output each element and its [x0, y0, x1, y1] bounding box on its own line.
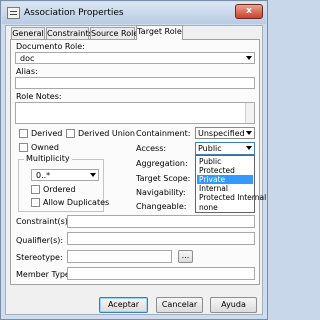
owned-label: Owned [31, 143, 59, 152]
access-option-internal[interactable]: Internal [197, 184, 253, 193]
role-notes-field[interactable] [15, 102, 255, 124]
window-title: Association Properties [24, 8, 124, 18]
role-label: Documento Role: [16, 42, 85, 51]
containment-label: Containment: [136, 129, 191, 138]
stereotype-browse-button[interactable]: ... [178, 250, 193, 263]
member-type-field[interactable] [67, 267, 255, 280]
multiplicity-value: 0..* [36, 171, 51, 180]
allow-duplicates-checkbox[interactable] [31, 198, 40, 207]
stereotype-label: Stereotype: [16, 253, 63, 262]
window-icon [7, 7, 20, 19]
role-field[interactable]: doc [15, 52, 255, 64]
member-type-label: Member Type: [16, 270, 73, 279]
chevron-down-icon [246, 131, 252, 135]
tab-source-role[interactable]: Source Role [90, 27, 138, 39]
derived-checkbox[interactable] [19, 129, 28, 138]
cancel-button[interactable]: Cancelar [156, 297, 203, 313]
access-value: Public [198, 144, 222, 153]
chevron-down-icon [246, 146, 252, 150]
tab-target-role[interactable]: Target Role [136, 25, 183, 40]
multiplicity-label: Multiplicity [24, 154, 72, 164]
changeable-label: Changeable: [136, 202, 187, 211]
help-button[interactable]: Ayuda [210, 297, 257, 313]
access-option-public[interactable]: Public [197, 157, 253, 166]
ok-button[interactable]: Aceptar [99, 297, 148, 313]
allow-duplicates-label: Allow Duplicates [43, 198, 110, 207]
access-dropdown-list[interactable]: Public Protected Private Internal Protec… [195, 155, 266, 213]
tab-constraints[interactable]: Constraints [46, 27, 93, 39]
access-option-protected[interactable]: Protected [197, 166, 253, 175]
tab-general[interactable]: General [11, 27, 45, 39]
access-combo[interactable]: Public [195, 142, 255, 155]
role-notes-label: Role Notes: [16, 92, 62, 101]
ordered-label: Ordered [43, 185, 76, 194]
constraints-field[interactable] [67, 215, 255, 228]
derived-union-checkbox[interactable] [66, 129, 75, 138]
qualifiers-field[interactable] [67, 232, 255, 245]
constraints-label: Constraint(s): [16, 217, 71, 226]
ordered-checkbox[interactable] [31, 185, 40, 194]
access-option-private[interactable]: Private [197, 175, 253, 184]
access-option-protected-internal[interactable]: Protected Internal [197, 193, 266, 202]
aggregation-label: Aggregation: [136, 159, 188, 168]
alias-label: Alias: [16, 67, 38, 76]
owned-checkbox[interactable] [19, 143, 28, 152]
role-value: doc [20, 54, 35, 63]
containment-combo[interactable]: Unspecified [195, 127, 255, 139]
derived-union-label: Derived Union [78, 129, 135, 138]
derived-label: Derived [31, 129, 63, 138]
changeable-value[interactable]: none [197, 203, 253, 212]
alias-field[interactable] [15, 77, 255, 89]
chevron-down-icon [246, 56, 252, 60]
multiplicity-combo[interactable]: 0..* [31, 169, 99, 181]
close-button[interactable]: x [235, 4, 263, 19]
access-label: Access: [136, 144, 167, 153]
title-bar[interactable]: Association Properties x [2, 2, 266, 24]
target-scope-label: Target Scope: [136, 174, 191, 183]
containment-value: Unspecified [198, 129, 245, 138]
navigability-label: Navigability: [136, 188, 186, 197]
chevron-down-icon [90, 173, 96, 177]
role-notes-scrollbar[interactable] [245, 103, 254, 123]
stereotype-field[interactable] [67, 250, 172, 263]
qualifiers-label: Qualifier(s): [16, 236, 64, 245]
